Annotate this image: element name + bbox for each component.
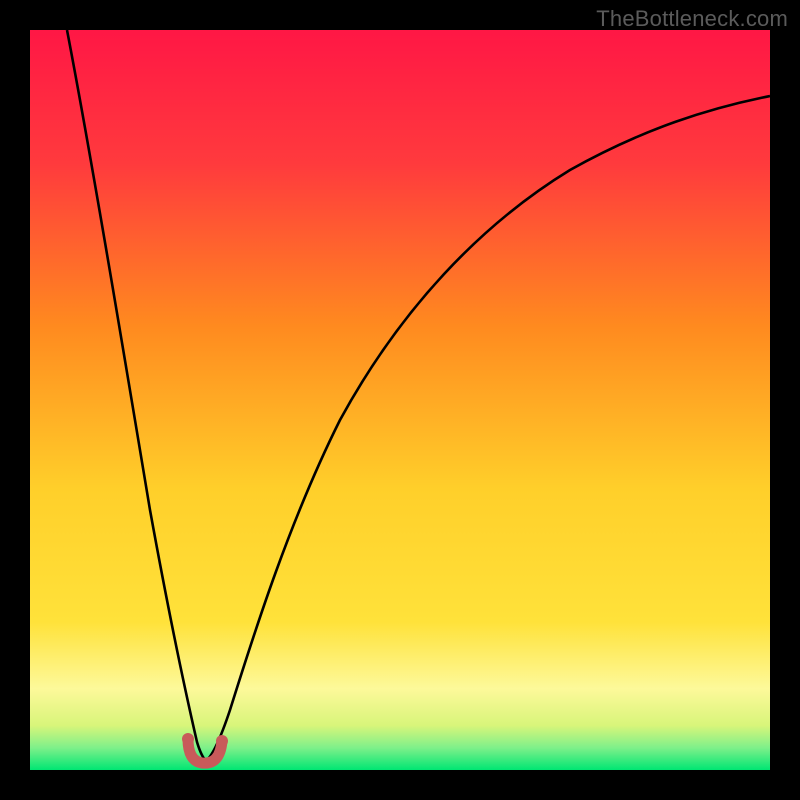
minimum-marker-dot-right	[216, 735, 228, 747]
bottleneck-curve	[30, 30, 770, 770]
watermark-text: TheBottleneck.com	[596, 6, 788, 32]
minimum-marker-dot-left	[182, 733, 194, 745]
curve-left-branch	[67, 30, 206, 761]
plot-frame	[30, 30, 770, 770]
curve-right-branch	[206, 96, 770, 761]
